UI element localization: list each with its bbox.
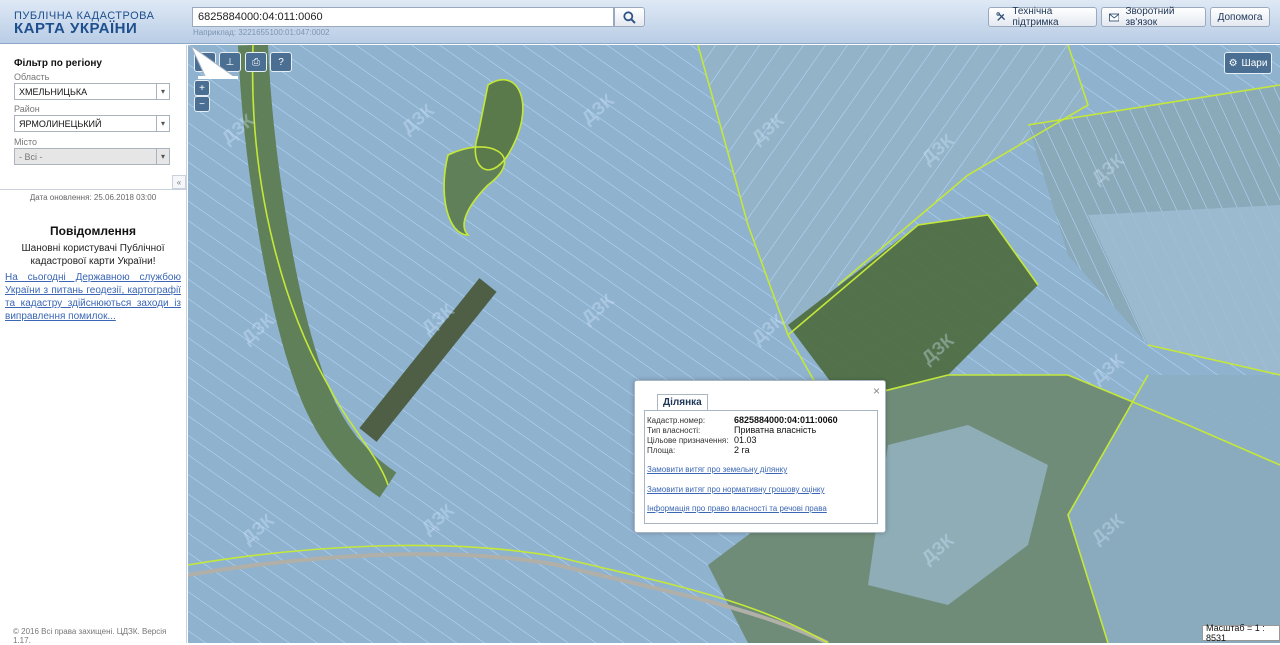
raion-value: ЯРМОЛИНЕЦЬКИЙ bbox=[19, 119, 102, 129]
close-icon[interactable]: × bbox=[873, 384, 880, 398]
ownership-info-link[interactable]: Інформація про право власності та речові… bbox=[647, 504, 827, 513]
misto-select[interactable]: - Всі - ▾ bbox=[14, 148, 170, 165]
filter-title: Фільтр по регіону bbox=[14, 58, 102, 69]
zoom-out-button[interactable]: − bbox=[194, 96, 210, 112]
purpose-value: 01.03 bbox=[734, 435, 757, 445]
misto-label: Місто bbox=[14, 137, 38, 147]
envelope-icon bbox=[1109, 13, 1120, 21]
raion-select[interactable]: ЯРМОЛИНЕЦЬКИЙ ▾ bbox=[14, 115, 170, 132]
oblast-value: ХМЕЛЬНИЦЬКА bbox=[19, 87, 88, 97]
help-label: Допомога bbox=[1217, 11, 1263, 23]
header: ПУБЛІЧНА КАДАСТРОВА КАРТА УКРАЇНИ Наприк… bbox=[0, 0, 1280, 44]
layers-label: Шари bbox=[1241, 57, 1268, 69]
feedback-button[interactable]: Зворотний зв'язок bbox=[1101, 6, 1206, 28]
sidebar: Фільтр по регіону Область ХМЕЛЬНИЦЬКА ▾ … bbox=[0, 45, 187, 645]
collapse-sidebar-button[interactable]: « bbox=[172, 175, 186, 189]
cadastral-number-label: Кадастр.номер: bbox=[647, 416, 706, 425]
ownership-type-value: Приватна власність bbox=[734, 425, 817, 435]
chevron-down-icon: ▾ bbox=[156, 84, 169, 99]
tools-icon bbox=[996, 12, 1006, 21]
raion-label: Район bbox=[14, 104, 40, 114]
identify-button[interactable]: ? bbox=[270, 52, 292, 72]
logo-line2[interactable]: КАРТА УКРАЇНИ bbox=[14, 20, 137, 37]
gear-icon: ⚙ bbox=[1228, 57, 1238, 69]
misto-value: - Всі - bbox=[19, 152, 43, 162]
region-filter-panel: Фільтр по регіону Область ХМЕЛЬНИЦЬКА ▾ … bbox=[0, 45, 186, 190]
copyright: © 2016 Всі права захищені. ЦДЗК. Версія … bbox=[13, 627, 167, 645]
zoom-out-icon: − bbox=[199, 98, 205, 110]
notice-link[interactable]: На сьогодні Державною службою України з … bbox=[5, 271, 181, 323]
cursor-question-icon: ? bbox=[278, 56, 284, 68]
search-button[interactable] bbox=[614, 7, 645, 27]
chevron-left-icon: « bbox=[176, 177, 182, 187]
ownership-type-label: Тип власності: bbox=[647, 426, 701, 435]
area-value: 2 га bbox=[734, 445, 750, 455]
tech-support-button[interactable]: Технічна підтримка bbox=[988, 6, 1097, 28]
parcel-info: Кадастр.номер: 6825884000:04:011:0060 Ти… bbox=[644, 410, 878, 524]
tech-support-label: Технічна підтримка bbox=[1012, 6, 1059, 28]
area-label: Площа: bbox=[647, 446, 676, 455]
scale-indicator: Масштаб = 1 : 8531 bbox=[1202, 623, 1280, 643]
popup-tail bbox=[189, 45, 238, 79]
search-icon bbox=[623, 10, 636, 24]
map-canvas[interactable]: ДЗК ДЗК ДЗК ДЗК ДЗК ДЗК ДЗК ДЗК ДЗК ДЗК … bbox=[188, 45, 1280, 643]
print-button[interactable]: ⎙ bbox=[245, 52, 267, 72]
layers-button[interactable]: ⚙ Шари bbox=[1224, 52, 1272, 74]
cadastral-number-value: 6825884000:04:011:0060 bbox=[734, 415, 838, 425]
cadastral-search-input[interactable] bbox=[192, 7, 614, 27]
search-hint: Наприклад: 3221655100:01:047:0002 bbox=[193, 28, 330, 37]
zoom-in-icon: + bbox=[199, 82, 205, 94]
order-parcel-extract-link[interactable]: Замовити витяг про земельну ділянку bbox=[647, 465, 787, 474]
feedback-label: Зворотний зв'язок bbox=[1125, 6, 1175, 28]
update-date: Дата оновлення: 25.06.2018 03:00 bbox=[29, 193, 157, 202]
satellite-layer: ДЗК ДЗК ДЗК ДЗК ДЗК ДЗК ДЗК ДЗК ДЗК ДЗК … bbox=[188, 45, 1280, 643]
purpose-label: Цільове призначення: bbox=[647, 436, 729, 445]
print-icon: ⎙ bbox=[252, 56, 260, 68]
oblast-label: Область bbox=[14, 72, 50, 82]
chevron-down-icon: ▾ bbox=[156, 149, 169, 164]
parcel-popup: × Ділянка Кадастр.номер: 6825884000:04:0… bbox=[634, 380, 886, 533]
zoom-in-button[interactable]: + bbox=[194, 80, 210, 96]
tab-parcel[interactable]: Ділянка bbox=[657, 394, 708, 410]
notice-greeting: Шановні користувачі Публічної кадастрово… bbox=[21, 243, 165, 267]
order-valuation-extract-link[interactable]: Замовити витяг про нормативну грошову оц… bbox=[647, 485, 825, 494]
oblast-select[interactable]: ХМЕЛЬНИЦЬКА ▾ bbox=[14, 83, 170, 100]
chevron-down-icon: ▾ bbox=[156, 116, 169, 131]
help-button[interactable]: Допомога bbox=[1210, 7, 1270, 27]
notice-title: Повідомлення bbox=[50, 224, 136, 238]
